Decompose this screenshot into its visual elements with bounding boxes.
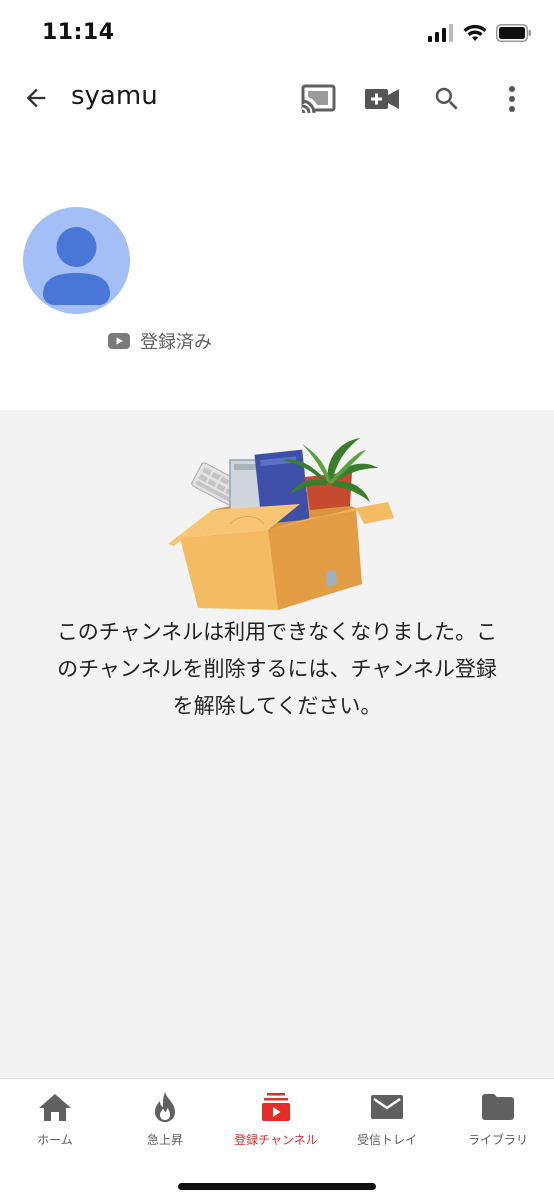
nav-label-subscriptions: 登録チャンネル <box>234 1133 318 1147</box>
subscribed-button[interactable]: 登録済み <box>108 328 212 354</box>
nav-item-library[interactable]: ライブラリ <box>443 1091 553 1151</box>
folder-icon <box>482 1094 514 1120</box>
empty-box-illustration <box>168 438 394 610</box>
nav-item-trending[interactable]: 急上昇 <box>110 1091 220 1151</box>
search-button[interactable] <box>427 79 467 119</box>
signal-icon <box>428 24 453 42</box>
nav-item-subscriptions[interactable]: 登録チャンネル <box>221 1091 331 1151</box>
app-bar: syamu <box>0 66 554 132</box>
avatar <box>23 207 130 314</box>
nav-item-home[interactable]: ホーム <box>0 1091 110 1151</box>
unavailable-message: このチャンネルは利用できなくなりました。こ のチャンネルを削除するには、チャンネ… <box>20 614 534 725</box>
mail-icon <box>371 1095 403 1119</box>
nav-item-inbox[interactable]: 受信トレイ <box>332 1091 442 1151</box>
search-icon <box>435 87 458 110</box>
channel-title: syamu <box>71 81 158 111</box>
nav-label-inbox: 受信トレイ <box>356 1133 417 1147</box>
channel-header: 登録済み <box>0 132 554 410</box>
nav-label-home: ホーム <box>37 1133 73 1147</box>
cast-button[interactable] <box>298 79 338 119</box>
channel-unavailable-panel: このチャンネルは利用できなくなりました。こ のチャンネルを削除するには、チャンネ… <box>0 410 554 1078</box>
status-bar: 11:14 <box>0 0 554 66</box>
nav-label-library: ライブラリ <box>467 1133 528 1147</box>
bottom-navigation: ホーム 急上昇 登録チャンネル 受信トレイ ライブラリ <box>0 1078 554 1200</box>
default-avatar-icon <box>43 227 110 305</box>
more-options-button[interactable] <box>492 79 532 119</box>
youtube-subscribed-icon <box>108 333 130 349</box>
create-video-button[interactable] <box>362 79 402 119</box>
subscriptions-icon <box>262 1093 290 1121</box>
battery-icon <box>496 24 531 42</box>
status-icons <box>428 24 532 42</box>
flame-icon <box>155 1092 175 1122</box>
home-indicator[interactable] <box>178 1183 376 1190</box>
nav-label-trending: 急上昇 <box>146 1133 183 1147</box>
home-icon <box>39 1094 71 1121</box>
back-arrow-icon <box>26 88 46 108</box>
back-button[interactable] <box>18 80 54 116</box>
message-line: のチャンネルを削除するには、チャンネル登録 <box>57 657 497 681</box>
more-vertical-icon <box>509 86 515 112</box>
video-camera-add-icon <box>365 89 399 109</box>
message-line: このチャンネルは利用できなくなりました。こ <box>56 620 498 644</box>
wifi-icon <box>463 24 487 41</box>
cast-icon <box>301 84 336 114</box>
status-time: 11:14 <box>42 20 115 45</box>
subscribed-label: 登録済み <box>140 332 212 353</box>
message-line: を解除してください。 <box>172 694 382 718</box>
